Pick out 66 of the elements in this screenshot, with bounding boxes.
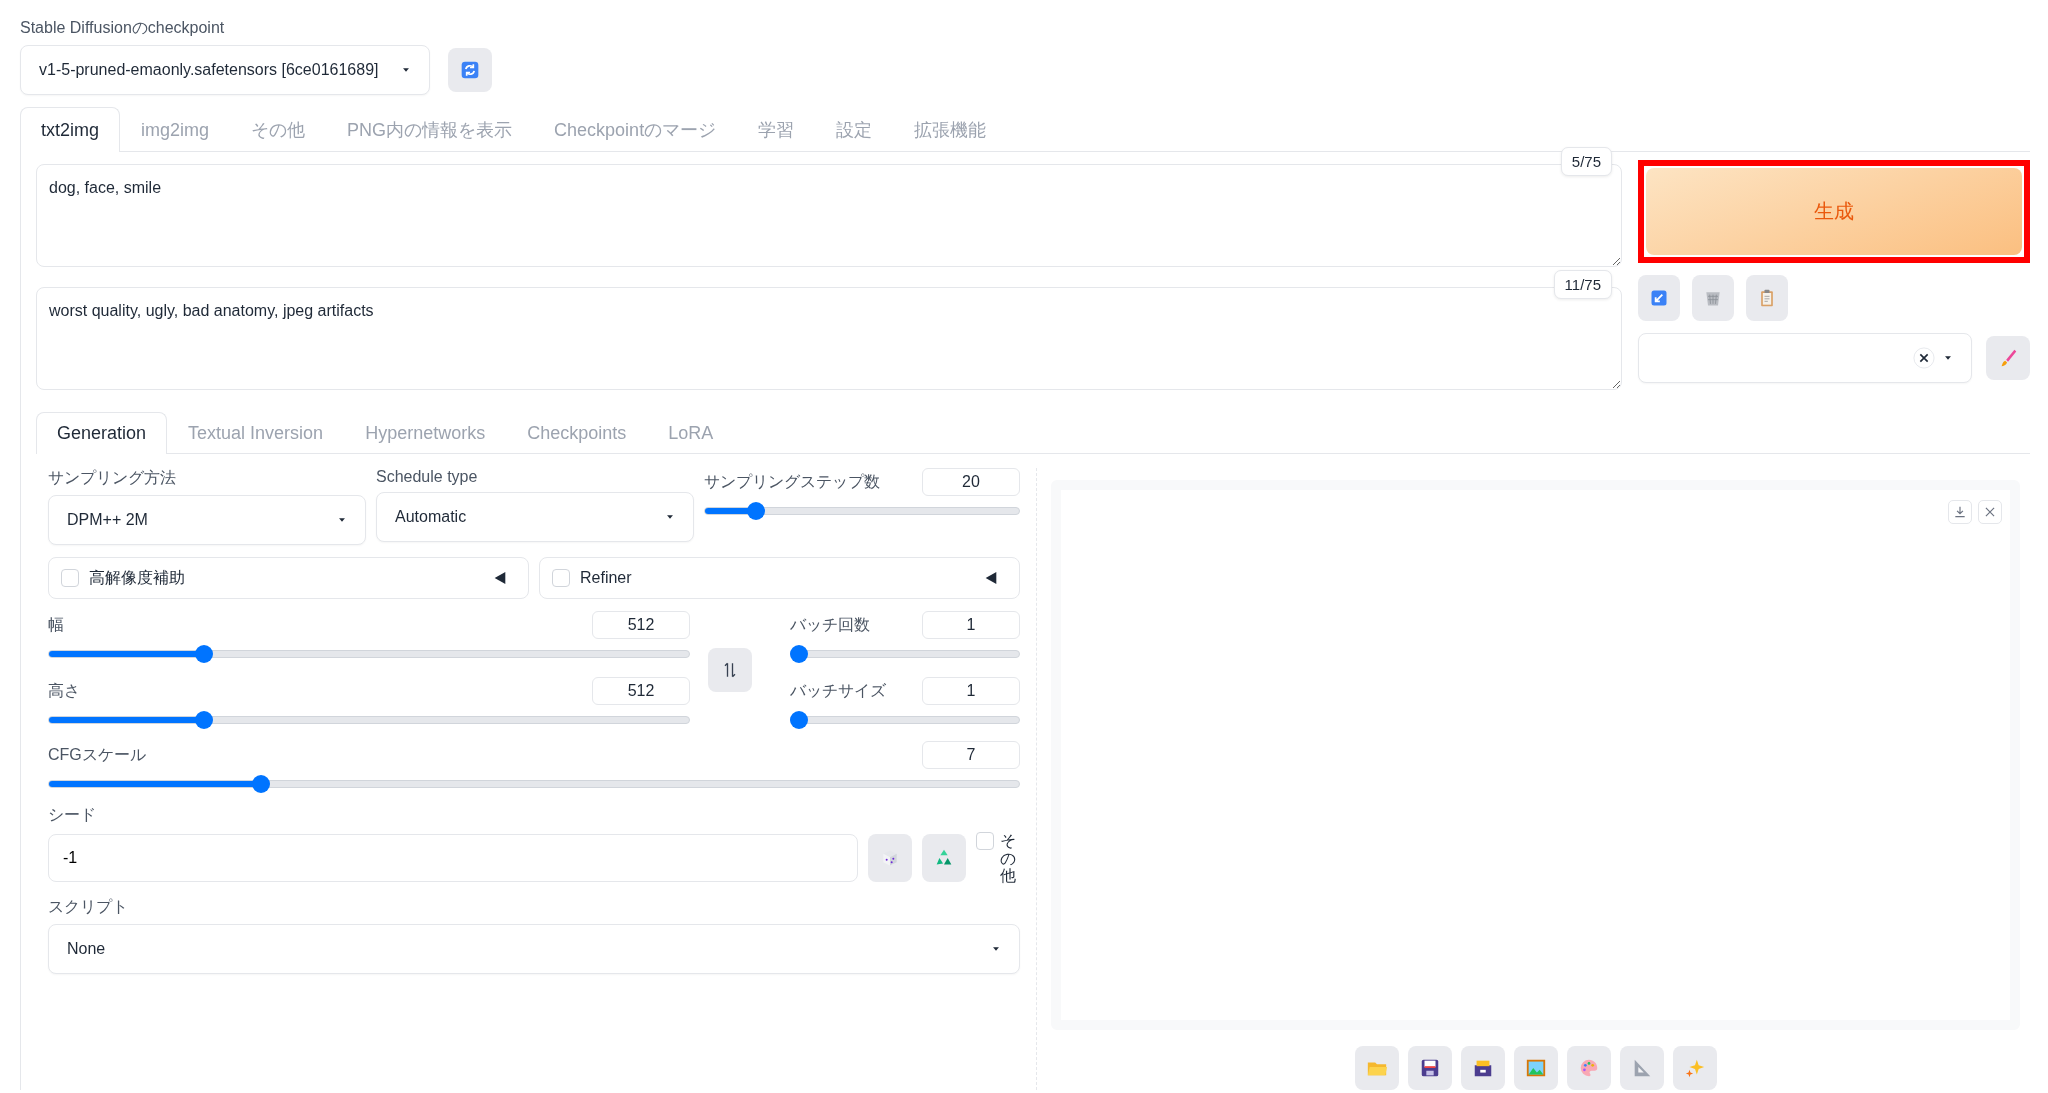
dropdown-value: None xyxy=(67,939,106,958)
refresh-icon xyxy=(460,60,480,80)
field-label: スクリプト xyxy=(48,896,129,917)
send-to-img2img-button[interactable] xyxy=(1513,1046,1558,1090)
accordion-label: 高解像度補助 xyxy=(89,567,186,588)
slider-label: 高さ xyxy=(48,680,80,701)
number-field[interactable]: 1 xyxy=(922,611,1020,639)
slider-label: CFGスケール xyxy=(48,744,146,765)
close-icon xyxy=(1983,505,1997,519)
script-dropdown[interactable]: None xyxy=(48,923,1020,974)
picture-frame-icon xyxy=(1524,1057,1547,1079)
refresh-button[interactable] xyxy=(448,48,492,92)
token-counter: 5/75 xyxy=(1560,147,1612,176)
number-field[interactable]: 1 xyxy=(922,677,1020,705)
accordion-header[interactable]: Refiner xyxy=(539,557,1020,599)
slider-thumb[interactable] xyxy=(195,645,214,663)
dropdown-value: Automatic xyxy=(395,508,467,526)
checkbox[interactable] xyxy=(976,832,994,850)
tab[interactable]: Generation xyxy=(36,412,168,454)
field-label: サンプリング方法 xyxy=(48,468,177,488)
slider-thumb[interactable] xyxy=(790,711,808,729)
dropdown-value: v1-5-pruned-emaonly.safetensors [6ce0161689] xyxy=(39,61,379,79)
slider[interactable] xyxy=(48,645,690,663)
close-button[interactable] xyxy=(1978,500,2002,524)
checkbox[interactable] xyxy=(552,569,570,587)
seed-field[interactable]: -1 xyxy=(48,834,858,883)
dropdown-value: DPM++ 2M xyxy=(67,511,148,529)
clear-button[interactable] xyxy=(1692,275,1734,321)
slider[interactable] xyxy=(48,775,1020,793)
reuse-seed-button[interactable] xyxy=(922,834,966,883)
slider[interactable] xyxy=(704,502,1020,520)
number-field[interactable]: 512 xyxy=(592,677,690,705)
slider-label: バッチ回数 xyxy=(790,614,870,635)
slider[interactable] xyxy=(48,711,690,729)
checkpoint-dropdown[interactable]: v1-5-pruned-emaonly.safetensors [6ce0161689] xyxy=(20,45,430,95)
slider-thumb[interactable] xyxy=(747,502,766,520)
checkbox[interactable] xyxy=(61,569,79,587)
number-field[interactable]: 512 xyxy=(592,611,690,639)
accordion-label: Refiner xyxy=(580,569,633,587)
paste-button[interactable] xyxy=(1638,275,1680,321)
number-field[interactable]: 20 xyxy=(922,468,1020,496)
slider-label: 幅 xyxy=(48,614,64,635)
token-counter: 11/75 xyxy=(1553,270,1612,299)
number-field[interactable]: 7 xyxy=(922,741,1020,769)
edit-styles-button[interactable] xyxy=(1986,336,2030,380)
send-to-extras-button[interactable] xyxy=(1619,1046,1664,1090)
slider-thumb[interactable] xyxy=(195,711,214,729)
field-label: Schedule type xyxy=(376,468,479,486)
save-button[interactable] xyxy=(1407,1046,1452,1090)
slider-label: サンプリングステップ数 xyxy=(704,471,880,492)
sampler-dropdown[interactable]: DPM++ 2M xyxy=(48,495,366,545)
slider-thumb[interactable] xyxy=(790,645,808,663)
slider[interactable] xyxy=(790,711,1020,729)
zip-button[interactable] xyxy=(1460,1046,1505,1090)
slider-label: バッチサイズ xyxy=(790,680,886,701)
slider[interactable] xyxy=(790,645,1020,663)
schedule-dropdown[interactable]: Automatic xyxy=(376,492,694,542)
tab[interactable]: txt2img xyxy=(20,107,121,152)
clear-icon[interactable] xyxy=(1913,347,1935,369)
field-label: Stable Diffusionのcheckpoint xyxy=(20,18,226,38)
download-icon xyxy=(1953,505,1967,519)
checkbox-label: その他 xyxy=(1000,832,1016,885)
download-button[interactable] xyxy=(1948,500,1972,524)
field-label: シード xyxy=(48,805,97,825)
accordion-header[interactable]: 高解像度補助 xyxy=(48,557,529,599)
slider-thumb[interactable] xyxy=(252,775,271,793)
